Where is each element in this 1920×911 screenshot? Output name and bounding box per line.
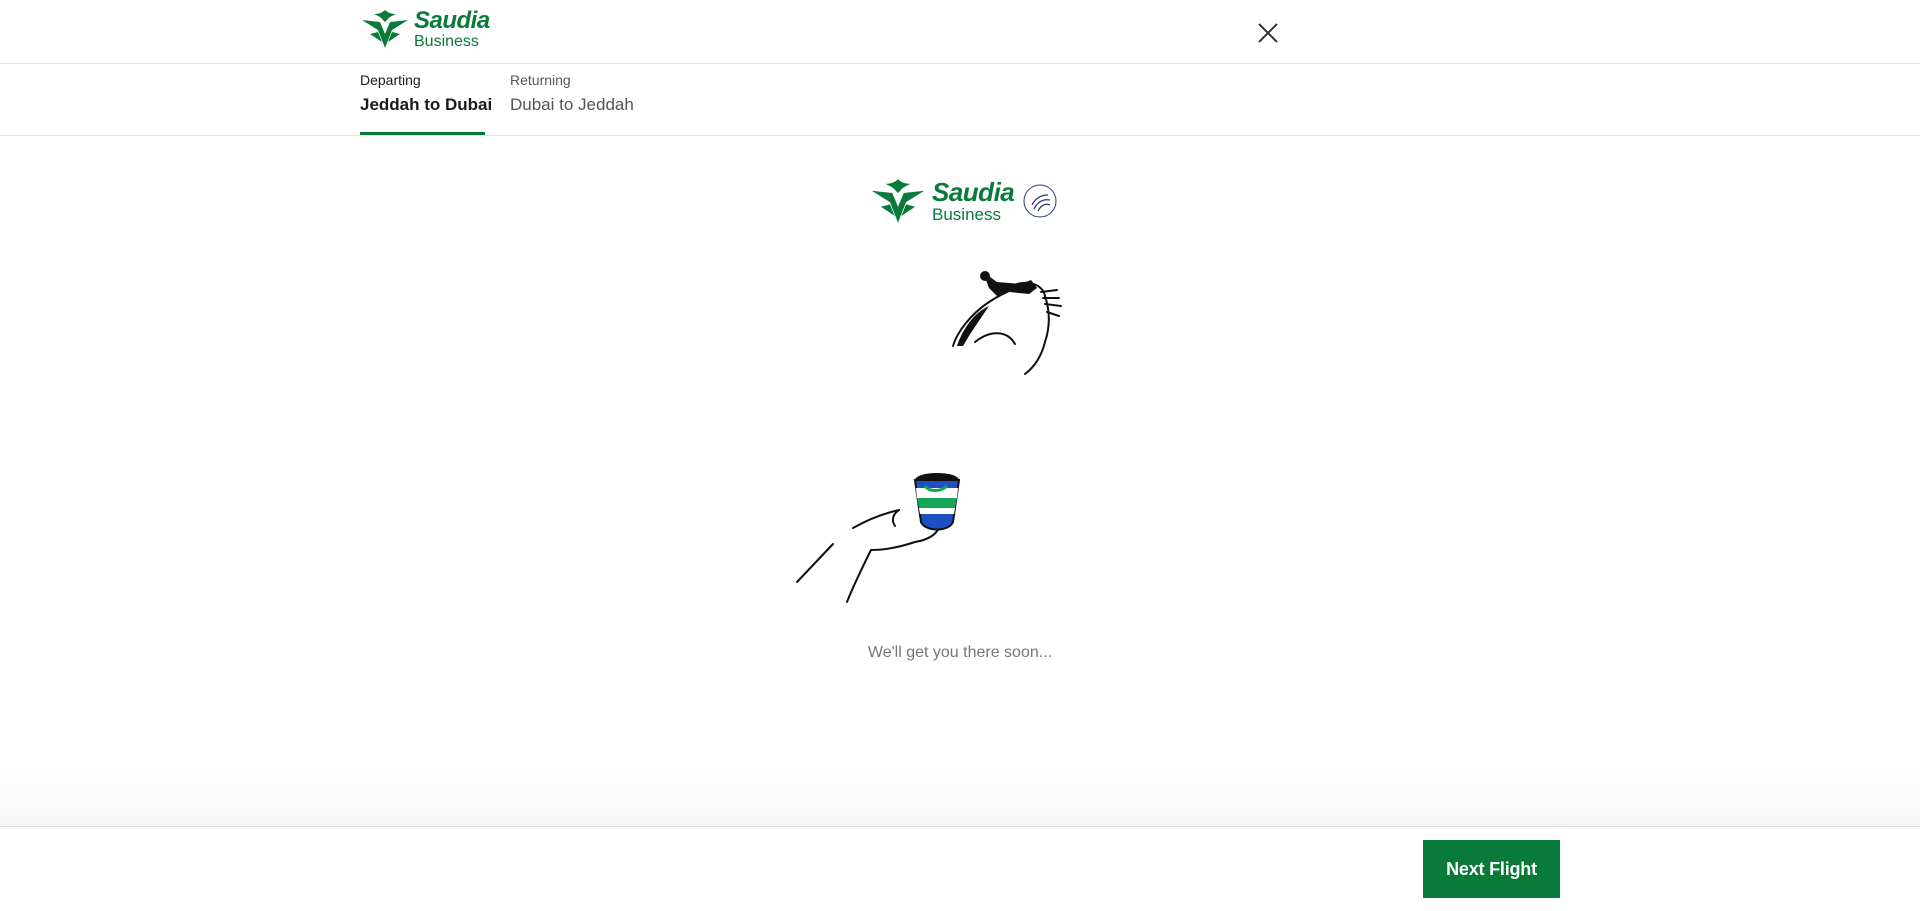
dallah-pour-illustration <box>952 271 1062 375</box>
footer-shadow <box>0 770 1920 826</box>
active-tab-indicator <box>360 132 485 135</box>
brand-name: Saudia <box>932 177 1015 207</box>
brand-sub: Business <box>932 205 1001 224</box>
brand-name: Saudia <box>414 6 490 34</box>
saudia-logo[interactable]: Saudia Business <box>360 8 490 50</box>
close-icon[interactable] <box>1255 20 1281 46</box>
flight-tabs: Departing Jeddah to Dubai Returning Duba… <box>0 64 1920 136</box>
tab-departing[interactable]: Departing Jeddah to Dubai <box>360 72 493 135</box>
tab-caption: Departing <box>360 72 421 88</box>
tab-caption: Returning <box>510 72 571 88</box>
header: Saudia Business <box>0 0 1920 64</box>
coffee-cup-hand-illustration <box>796 473 961 603</box>
palm-wings-icon <box>871 179 925 223</box>
brand-sub: Business <box>414 32 479 50</box>
next-flight-button[interactable]: Next Flight <box>1423 840 1560 898</box>
loading-message: We'll get you there soon... <box>867 644 1053 661</box>
tab-returning[interactable]: Returning Dubai to Jeddah <box>510 72 650 135</box>
loading-logo: Saudia Business <box>868 177 1058 225</box>
tab-route: Jeddah to Dubai <box>360 95 493 114</box>
coffee-cup <box>913 473 961 531</box>
palm-wings-icon <box>362 10 408 48</box>
footer-bar: Next Flight <box>0 826 1920 911</box>
skyteam-icon <box>1023 184 1057 218</box>
tab-route: Dubai to Jeddah <box>510 95 634 114</box>
